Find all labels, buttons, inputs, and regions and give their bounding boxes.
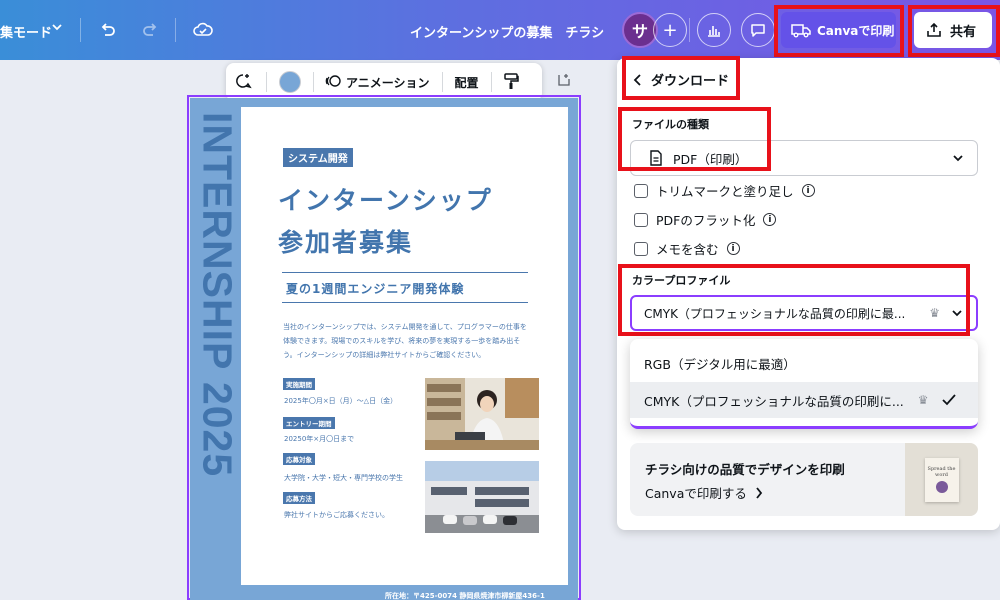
divider: [313, 72, 314, 92]
office-photo[interactable]: [425, 378, 539, 450]
comment-add-icon[interactable]: [234, 72, 256, 93]
color-profile-value: CMYK（プロフェッショナルな品質の印刷に最...: [644, 306, 906, 321]
checkbox[interactable]: [634, 241, 648, 256]
option-label: RGB（デジタル用に最適）: [644, 356, 796, 372]
poster-footer[interactable]: 所在地：〒425-0074 静岡県焼津市柳新屋436-1: [385, 591, 545, 600]
position-button[interactable]: 配置: [455, 74, 479, 91]
poster-title-line: インターンシップ: [278, 186, 493, 215]
poster-item-label[interactable]: 実施期間: [283, 378, 315, 390]
option-label: PDFのフラット化: [656, 213, 756, 228]
cloud-saved-icon[interactable]: [192, 19, 214, 45]
option-trim-marks[interactable]: トリムマークと塗り足し i: [634, 181, 815, 200]
animation-button[interactable]: アニメーション: [346, 74, 430, 91]
truck-icon: [791, 24, 811, 38]
promo-link[interactable]: Canvaで印刷する: [645, 483, 763, 502]
redo-icon[interactable]: [140, 20, 160, 44]
crown-icon: ♛: [917, 393, 929, 407]
checkbox[interactable]: [634, 212, 648, 227]
checkbox[interactable]: [634, 183, 648, 198]
divider: [282, 272, 528, 273]
upload-icon: [927, 22, 941, 37]
vertical-title[interactable]: INTERNSHIP 2025: [194, 112, 241, 477]
poster-badge[interactable]: システム開発: [283, 148, 353, 167]
share-button-label: 共有: [950, 24, 977, 40]
divider: [490, 72, 492, 92]
color-swatch[interactable]: [279, 71, 301, 93]
promo-title: チラシ向けの品質でデザインを印刷: [645, 462, 845, 477]
chevron-down-icon[interactable]: [50, 20, 64, 37]
animation-icon[interactable]: [324, 72, 342, 93]
option-include-notes[interactable]: メモを含む i: [634, 239, 740, 258]
divider: [689, 18, 690, 42]
divider: [441, 72, 443, 92]
color-profile-heading: カラープロファイル: [632, 274, 731, 287]
poster-item-label[interactable]: 応募対象: [283, 453, 315, 465]
poster-subtitle[interactable]: 夏の1週間エンジニア開発体験: [286, 280, 464, 297]
book-cover-text: Spread the word: [927, 466, 956, 478]
bar-chart-icon: [708, 26, 720, 37]
mode-menu-label[interactable]: 集モード: [0, 22, 52, 41]
option-label: トリムマークと塗り足し: [656, 184, 794, 199]
option-label: CMYK（プロフェッショナルな品質の印刷に...: [644, 393, 904, 409]
poster-item-value[interactable]: 2025年〇月×日（月）～△日（金）: [284, 396, 397, 406]
divider: [282, 302, 528, 303]
file-type-select[interactable]: PDF（印刷）: [630, 140, 978, 176]
option-flatten-pdf[interactable]: PDFのフラット化 i: [634, 210, 777, 229]
comment-icon: [751, 24, 765, 37]
paint-roller-icon[interactable]: [502, 72, 520, 93]
top-bar: 集モード インターンシップの募集 チラシ サ + Canvaで印刷 共有: [0, 0, 1000, 60]
share-button[interactable]: 共有: [914, 12, 992, 48]
plus-icon: +: [662, 19, 678, 41]
chevron-down-icon: [952, 310, 962, 317]
info-icon[interactable]: i: [726, 242, 740, 255]
checkmark-icon: [941, 394, 956, 406]
poster-title[interactable]: インターンシップ 参加者募集: [278, 180, 493, 264]
dropdown-option-cmyk[interactable]: CMYK（プロフェッショナルな品質の印刷に... ♛: [630, 382, 978, 418]
undo-icon[interactable]: [98, 20, 118, 44]
divider: [266, 72, 267, 92]
divider: [80, 18, 81, 42]
crown-icon: ♛: [929, 306, 940, 320]
file-type-heading: ファイルの種類: [632, 118, 709, 131]
chevron-down-icon: [953, 155, 963, 162]
print-button-label: Canvaで印刷: [817, 23, 895, 38]
poster-item-value[interactable]: 20250年×月〇日まで: [284, 434, 354, 444]
vertical-title-wrap: INTERNSHIP 2025: [192, 112, 242, 582]
divider: [175, 18, 176, 42]
design-title[interactable]: インターンシップの募集 チラシ: [410, 22, 604, 41]
dropdown-option-rgb[interactable]: RGB（デジタル用に最適）: [630, 345, 978, 381]
poster-item-value[interactable]: 大学院・大学・短大・専門学校の学生: [284, 473, 403, 483]
info-icon[interactable]: i: [763, 213, 777, 226]
canva-print-button[interactable]: Canvaで印刷: [781, 12, 896, 48]
back-button[interactable]: ダウンロード: [633, 70, 729, 89]
file-type-value: PDF（印刷）: [673, 151, 748, 167]
promo-thumbnail: Spread the word: [905, 443, 978, 516]
poster-body-text[interactable]: 当社のインターンシップでは、システム開発を通して、プログラマーの仕事を体験できま…: [283, 320, 533, 362]
poster-item-label[interactable]: 応募方法: [283, 492, 315, 504]
print-promo-card[interactable]: チラシ向けの品質でデザインを印刷 Canvaで印刷する Spread the w…: [630, 443, 978, 516]
comment-button[interactable]: [741, 13, 775, 47]
back-button-label: ダウンロード: [651, 74, 730, 89]
info-icon[interactable]: i: [801, 184, 815, 197]
document-icon: [650, 150, 662, 166]
poster-item-label[interactable]: エントリー期間: [283, 417, 335, 429]
option-label: メモを含む: [656, 242, 719, 257]
insights-button[interactable]: [697, 13, 731, 47]
chevron-left-icon: [633, 73, 641, 86]
promo-link-label: Canvaで印刷する: [645, 486, 747, 501]
color-profile-select[interactable]: CMYK（プロフェッショナルな品質の印刷に最... ♛: [630, 295, 978, 331]
color-profile-dropdown: RGB（デジタル用に最適） CMYK（プロフェッショナルな品質の印刷に... ♛: [630, 339, 978, 429]
add-page-icon[interactable]: [556, 72, 572, 92]
add-collaborator-button[interactable]: +: [653, 13, 687, 47]
building-photo[interactable]: [425, 461, 539, 533]
poster-title-line: 参加者募集: [278, 228, 414, 257]
poster-item-value[interactable]: 弊社サイトからご応募ください。: [284, 510, 389, 520]
chevron-right-icon: [756, 486, 763, 499]
